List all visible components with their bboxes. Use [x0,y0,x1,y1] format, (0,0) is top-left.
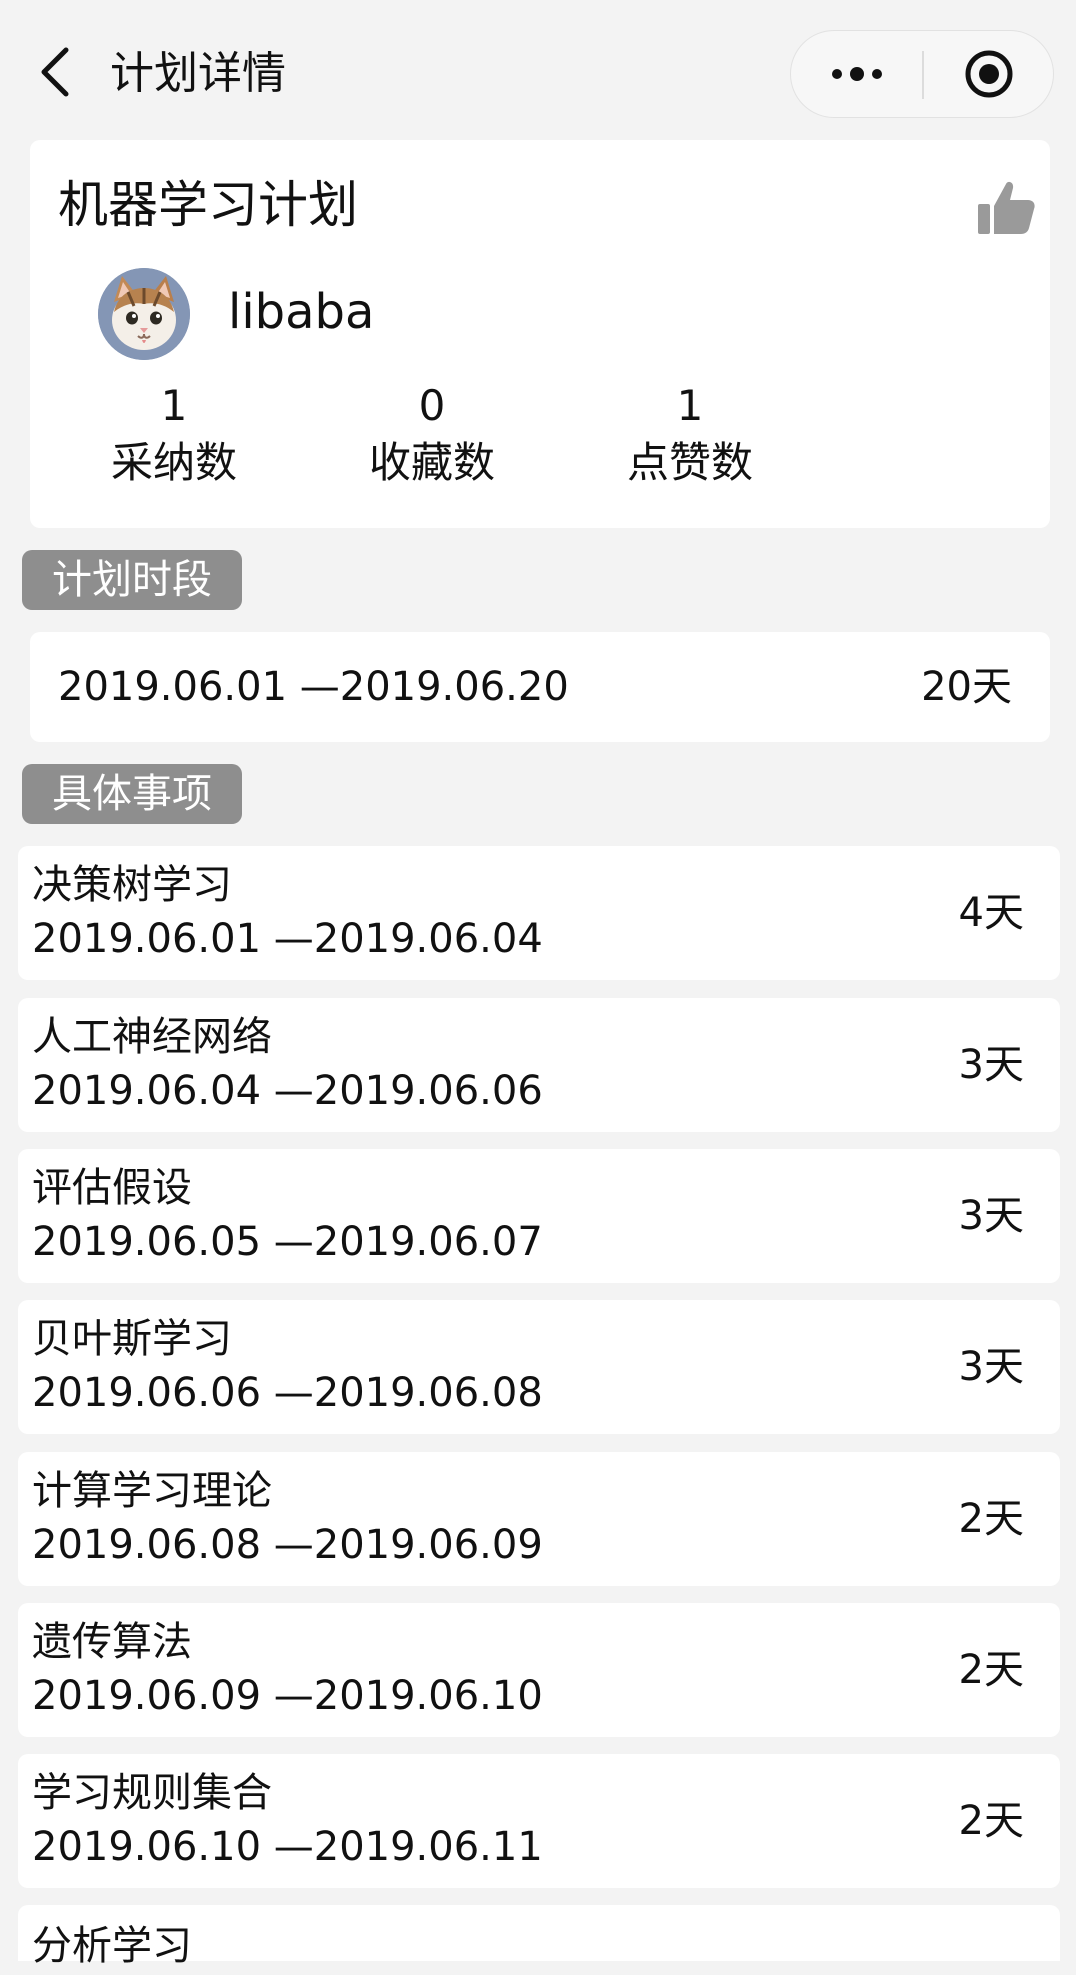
task-item[interactable]: 遗传算法 2019.06.09 —2019.06.10 2天 [18,1603,1060,1737]
period-card: 2019.06.01 —2019.06.20 20天 [30,632,1050,742]
plan-card: 机器学习计划 libaba 1 采纳数 0 收藏数 1 点赞数 [30,140,1050,528]
task-item[interactable]: 分析学习 [18,1905,1060,1969]
mini-program-capsule [790,30,1054,118]
task-days: 3天 [958,1042,1024,1088]
avatar[interactable] [98,268,190,360]
more-dots-icon [832,67,882,81]
plan-title: 机器学习计划 [58,176,358,234]
task-item[interactable]: 决策树学习 2019.06.01 —2019.06.04 4天 [18,846,1060,980]
task-item[interactable]: 人工神经网络 2019.06.04 —2019.06.06 3天 [18,998,1060,1132]
task-name: 评估假设 [32,1165,192,1211]
task-name: 分析学习 [32,1923,192,1969]
task-days: 3天 [958,1193,1024,1239]
task-days: 2天 [958,1798,1024,1844]
task-range: 2019.06.01 —2019.06.04 [32,916,543,962]
cat-avatar-icon [98,268,190,360]
stat-adopted: 1 采纳数 [54,378,294,492]
stat-likes-value: 1 [676,381,704,430]
stat-adopted-value: 1 [160,381,188,430]
task-name: 人工神经网络 [32,1014,272,1060]
task-days: 2天 [958,1496,1024,1542]
stat-adopted-label: 采纳数 [110,438,237,487]
close-program-button[interactable] [923,31,1055,117]
task-range: 2019.06.08 —2019.06.09 [32,1522,543,1568]
page-title: 计划详情 [110,48,286,99]
stat-favorites: 0 收藏数 [312,378,552,492]
period-section-tag: 计划时段 [22,550,242,610]
task-days: 4天 [958,890,1024,936]
stat-likes-label: 点赞数 [626,438,753,487]
stat-favorites-label: 收藏数 [368,438,495,487]
task-range: 2019.06.10 —2019.06.11 [32,1824,543,1870]
back-button[interactable] [30,42,80,102]
like-button[interactable] [974,176,1038,240]
task-name: 学习规则集合 [32,1770,272,1816]
navigation-bar: 计划详情 [0,0,1076,140]
period-days: 20天 [921,664,1012,710]
task-name: 遗传算法 [32,1619,192,1665]
task-item[interactable]: 贝叶斯学习 2019.06.06 —2019.06.08 3天 [18,1300,1060,1434]
task-item[interactable]: 评估假设 2019.06.05 —2019.06.07 3天 [18,1149,1060,1283]
items-section-tag: 具体事项 [22,764,242,824]
task-range: 2019.06.06 —2019.06.08 [32,1370,543,1416]
task-range: 2019.06.04 —2019.06.06 [32,1068,543,1114]
chevron-left-icon [41,47,69,97]
task-days: 3天 [958,1344,1024,1390]
task-name: 计算学习理论 [32,1468,272,1514]
author-name: libaba [228,284,375,340]
task-item[interactable]: 计算学习理论 2019.06.08 —2019.06.09 2天 [18,1452,1060,1586]
task-range: 2019.06.09 —2019.06.10 [32,1673,543,1719]
period-range: 2019.06.01 —2019.06.20 [58,664,569,710]
task-name: 决策树学习 [32,862,232,908]
task-range: 2019.06.05 —2019.06.07 [32,1219,543,1265]
task-item[interactable]: 学习规则集合 2019.06.10 —2019.06.11 2天 [18,1754,1060,1888]
task-name: 贝叶斯学习 [32,1316,232,1362]
stat-favorites-value: 0 [418,381,446,430]
stat-likes: 1 点赞数 [570,378,810,492]
more-button[interactable] [791,31,923,117]
target-circle-icon [965,50,1013,98]
thumbs-up-icon [978,181,1035,234]
task-days: 2天 [958,1647,1024,1693]
